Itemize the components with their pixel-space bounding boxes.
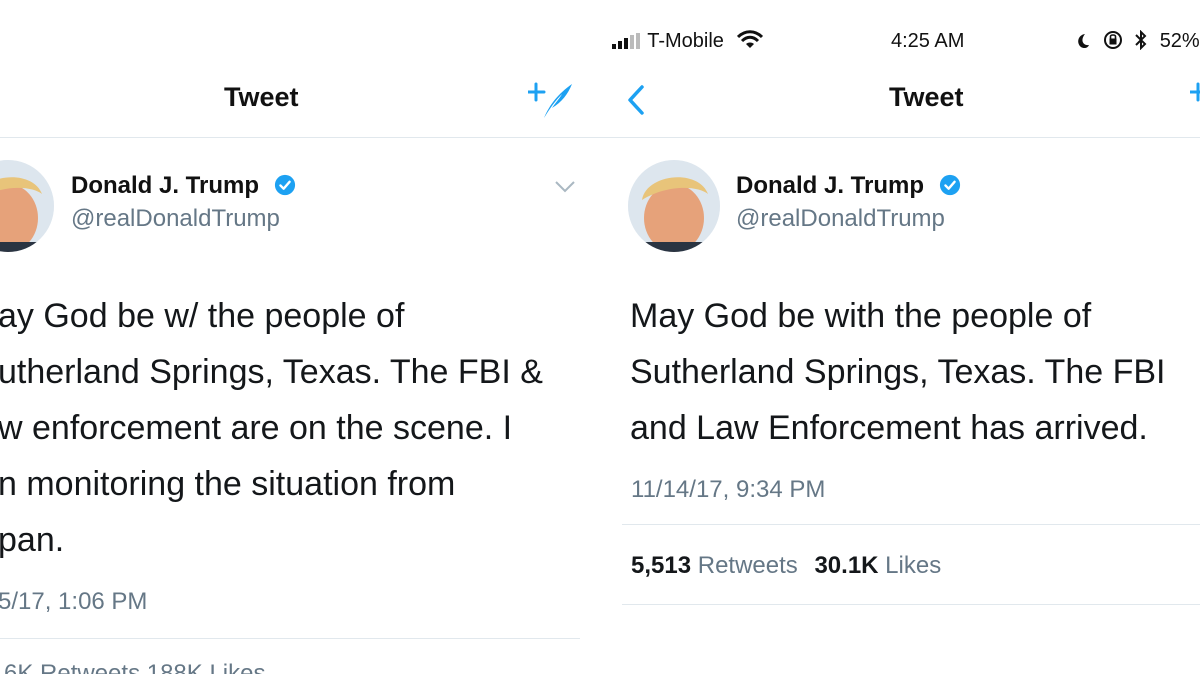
tweet-line: ay God be w/ the people of — [0, 297, 405, 335]
user-handle[interactable]: @realDonaldTrump — [71, 205, 280, 233]
tweet-line: pan. — [0, 521, 65, 559]
header-divider — [0, 137, 602, 138]
signal-icon — [612, 33, 640, 49]
bottom-divider — [622, 604, 1200, 605]
tweet-line: and Law Enforcement has arrived. — [630, 409, 1148, 447]
stats-divider — [622, 524, 1200, 525]
status-time: 4:25 AM — [891, 30, 965, 52]
tweet-timestamp: 5/17, 1:06 PM — [0, 588, 148, 615]
bluetooth-icon — [1135, 29, 1147, 51]
tweet-stats[interactable]: 6K Retweets 188K Likes — [4, 660, 265, 674]
tweet-stats: 5,513 Retweets 30.1K Likes — [631, 552, 941, 580]
wifi-icon — [737, 30, 764, 48]
verified-badge-icon — [274, 174, 295, 196]
chevron-down-icon[interactable] — [554, 180, 576, 194]
tweet-text: May God be with the people of Sutherland… — [630, 288, 1165, 456]
stats-divider — [0, 638, 580, 639]
left-screenshot: Tweet Donald J. Trump @realDonaldTrump a… — [0, 0, 602, 674]
status-battery: 52% — [1159, 30, 1200, 52]
compose-tweet-icon[interactable] — [1190, 80, 1200, 120]
compose-tweet-icon[interactable] — [528, 80, 574, 120]
verified-badge-icon — [939, 174, 960, 196]
moon-icon — [1078, 34, 1089, 49]
header-divider — [602, 137, 1200, 138]
likes-stat[interactable]: 30.1K Likes — [814, 552, 941, 579]
tweet-timestamp: 11/14/17, 9:34 PM — [631, 476, 826, 503]
header-title: Tweet — [224, 82, 299, 112]
avatar[interactable] — [0, 160, 54, 252]
retweets-stat[interactable]: 5,513 Retweets — [631, 552, 798, 579]
tweet-text: ay God be w/ the people of utherland Spr… — [0, 288, 543, 568]
header-title: Tweet — [889, 82, 964, 112]
back-icon[interactable] — [626, 84, 646, 116]
tweet-line: May God be with the people of — [630, 297, 1092, 335]
user-name[interactable]: Donald J. Trump — [71, 172, 296, 200]
avatar[interactable] — [628, 160, 720, 252]
right-screenshot: T-Mobile 4:25 AM 52% Tweet Donald J. Tru… — [602, 0, 1200, 674]
tweet-line: Sutherland Springs, Texas. The FBI — [630, 353, 1166, 391]
status-carrier: T-Mobile — [612, 30, 764, 53]
user-handle[interactable]: @realDonaldTrump — [736, 205, 945, 233]
tweet-line: n monitoring the situation from — [0, 465, 456, 503]
orientation-lock-icon — [1103, 31, 1122, 49]
tweet-line: utherland Springs, Texas. The FBI & — [0, 353, 543, 391]
tweet-line: w enforcement are on the scene. I — [0, 409, 513, 447]
status-icons: 52% — [1075, 29, 1200, 53]
user-name[interactable]: Donald J. Trump — [736, 172, 961, 200]
